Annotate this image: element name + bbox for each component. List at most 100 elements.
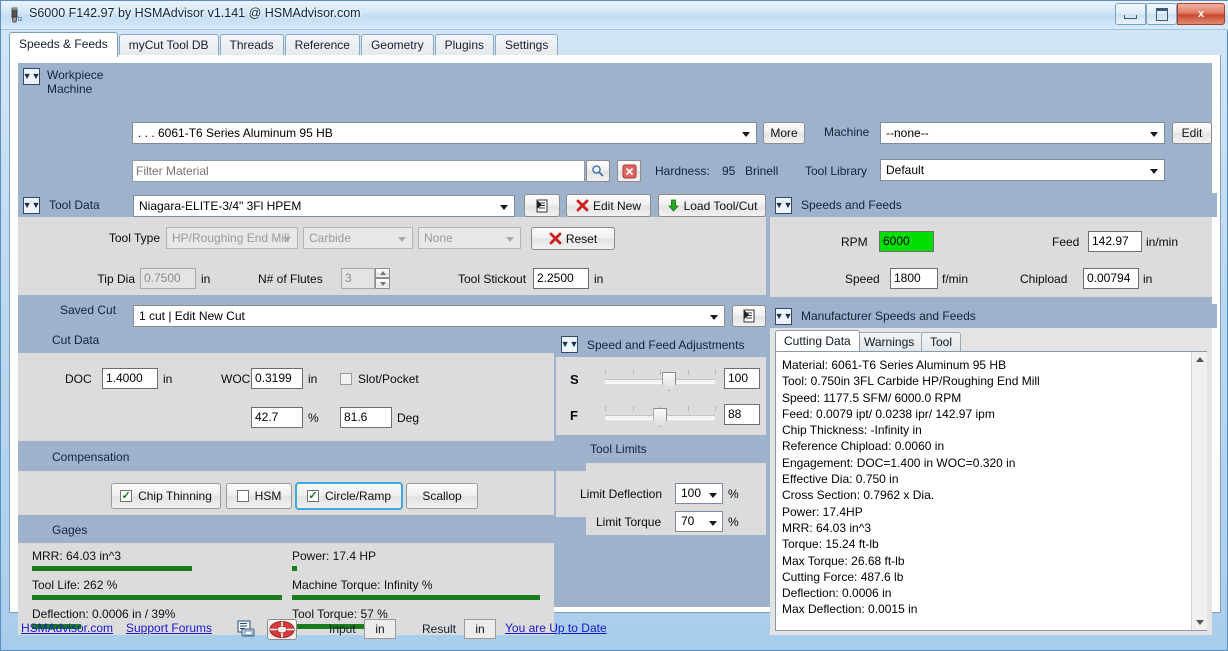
woc-percent-unit: %: [308, 411, 319, 425]
close-icon: x: [1197, 8, 1205, 20]
chipload-label: Chipload: [1020, 272, 1068, 286]
chevron-down-icon[interactable]: ▼▼: [775, 196, 792, 214]
chevron-down-icon[interactable]: ▼▼: [23, 196, 40, 214]
material-select[interactable]: . . . 6061-T6 Series Aluminum 95 HB: [132, 122, 757, 144]
tab-mycut-tool-db[interactable]: myCut Tool DB: [118, 34, 219, 57]
feed-input[interactable]: 142.97: [1088, 231, 1142, 252]
edit-new-label: Edit New: [592, 198, 642, 213]
adjustments-header: ▼▼ Speed and Feed Adjustments: [556, 332, 771, 357]
flutes-stepper-up[interactable]: [375, 268, 390, 278]
tool-library-select[interactable]: Default: [880, 159, 1165, 181]
chevron-down-icon[interactable]: ▼▼: [775, 307, 792, 325]
rpm-input[interactable]: 6000: [879, 231, 934, 252]
result-units-value[interactable]: in: [464, 619, 496, 639]
doc-input[interactable]: 1.4000: [102, 368, 158, 389]
edit-machine-button[interactable]: Edit: [1172, 122, 1212, 144]
chip-thinning-toggle[interactable]: ✓ Chip Thinning: [111, 483, 221, 509]
load-tool-cut-button[interactable]: Load Tool/Cut: [658, 194, 766, 217]
speed-input[interactable]: 1800: [890, 268, 938, 289]
stickout-input[interactable]: 2.2500: [533, 268, 589, 289]
help-button[interactable]: [267, 619, 297, 640]
hsm-toggle[interactable]: HSM: [226, 483, 292, 509]
more-button[interactable]: More: [763, 122, 805, 144]
cutting-data-line: Speed: 1177.5 SFM/ 6000.0 RPM: [782, 390, 962, 405]
gage-power-bar: [292, 566, 297, 571]
checkbox-box: ✓: [120, 489, 133, 502]
filter-material-input[interactable]: [132, 160, 585, 182]
speed-unit: f/min: [942, 272, 969, 286]
tab-reference[interactable]: Reference: [284, 34, 360, 57]
hsmadvisor-site-link[interactable]: HSMAdvisor.com: [21, 621, 113, 635]
limit-deflection-unit: %: [728, 487, 739, 501]
slot-pocket-checkbox[interactable]: Slot/Pocket: [340, 372, 419, 386]
slider-thumb[interactable]: [662, 372, 677, 391]
svg-text:lz: lz: [18, 17, 22, 23]
scroll-up-button[interactable]: [1192, 352, 1207, 367]
tool-list-picker-button[interactable]: [524, 194, 560, 217]
flutes-stepper-down[interactable]: [375, 278, 390, 289]
close-button[interactable]: x: [1177, 3, 1225, 25]
cutting-data-line: Power: 17.4HP: [782, 504, 863, 519]
tip-dia-input[interactable]: 0.7500: [140, 268, 196, 289]
tab-geometry[interactable]: Geometry: [360, 34, 434, 57]
search-button[interactable]: [586, 160, 610, 182]
cutting-data-line: Max Torque: 26.68 ft-lb: [782, 553, 905, 568]
machine-select[interactable]: --none--: [880, 122, 1165, 144]
subtab-label: Warnings: [864, 335, 915, 349]
cut-data-header: Cut Data: [18, 327, 586, 353]
saved-cut-list-button[interactable]: [732, 305, 766, 327]
tab-threads[interactable]: Threads: [219, 34, 284, 57]
reset-tool-button[interactable]: Reset: [531, 227, 615, 250]
cut-data-title: Cut Data: [52, 333, 100, 347]
slider-thumb[interactable]: [653, 408, 668, 427]
subtab-cutting-data[interactable]: Cutting Data: [775, 330, 860, 351]
window-controls: x: [1115, 3, 1225, 25]
application-window: lz S6000 F142.97 by HSMAdvisor v1.141 @ …: [0, 0, 1228, 651]
woc-percent-input[interactable]: 42.7: [251, 407, 303, 428]
cutting-data-line: Tool: 0.750in 3FL Carbide HP/Roughing En…: [782, 374, 1040, 389]
tab-speeds-feeds[interactable]: Speeds & Feeds: [9, 32, 118, 57]
tool-coating-select[interactable]: None: [418, 227, 521, 249]
hardness-unit: Brinell: [745, 164, 779, 178]
tool-select[interactable]: Niagara-ELITE-3/4" 3Fl HPEM: [133, 195, 515, 217]
tool-type-select[interactable]: HP/Roughing End Mill: [166, 227, 298, 249]
limit-torque-select[interactable]: 70: [675, 511, 723, 532]
feed-adjust-input[interactable]: 88: [724, 404, 760, 425]
cutting-data-text: Material: 6061-T6 Series Aluminum 95 HB …: [775, 351, 1207, 631]
clear-filter-button[interactable]: [617, 160, 641, 182]
tab-plugins[interactable]: Plugins: [434, 34, 494, 57]
engagement-angle-input[interactable]: 81.6: [340, 407, 392, 428]
support-forums-link[interactable]: Support Forums: [126, 621, 212, 635]
title-bar: lz S6000 F142.97 by HSMAdvisor v1.141 @ …: [1, 1, 1228, 30]
chevron-down-icon[interactable]: ▼▼: [561, 336, 578, 353]
maximize-button[interactable]: [1146, 3, 1177, 25]
update-status-link[interactable]: You are Up to Date: [505, 621, 607, 635]
circle-ramp-label: Circle/Ramp: [324, 489, 391, 503]
tab-label: myCut Tool DB: [128, 38, 209, 52]
subtab-tool[interactable]: Tool: [921, 332, 962, 351]
chevron-down-icon[interactable]: ▼▼: [23, 68, 40, 85]
subtab-warnings[interactable]: Warnings: [855, 332, 924, 351]
feed-slider[interactable]: [605, 406, 716, 427]
speed-slider[interactable]: [605, 370, 716, 391]
flutes-input[interactable]: 3: [341, 268, 375, 289]
tool-material-select[interactable]: Carbide: [303, 227, 413, 249]
input-units-value[interactable]: in: [364, 619, 396, 639]
red-x-icon: [549, 232, 562, 245]
limit-deflection-select[interactable]: 100: [675, 483, 723, 504]
edit-new-tool-button[interactable]: Edit New: [566, 194, 651, 217]
woc-input[interactable]: 0.3199: [251, 368, 303, 389]
report-print-icon: [237, 620, 255, 637]
input-units-label: Input: [329, 622, 356, 636]
tool-library-label: Tool Library: [805, 164, 868, 178]
cutting-data-scrollbar[interactable]: [1191, 352, 1207, 630]
scallop-button[interactable]: Scallop: [406, 483, 478, 509]
speed-adjust-input[interactable]: 100: [724, 368, 760, 389]
tab-settings[interactable]: Settings: [495, 34, 559, 57]
minimize-button[interactable]: [1115, 3, 1146, 25]
report-print-button[interactable]: [237, 620, 256, 641]
list-picker-icon: [536, 199, 548, 212]
saved-cut-select[interactable]: 1 cut | Edit New Cut: [133, 305, 725, 327]
chipload-input[interactable]: 0.00794: [1083, 268, 1139, 289]
circle-ramp-toggle[interactable]: ✓ Circle/Ramp: [295, 482, 403, 510]
